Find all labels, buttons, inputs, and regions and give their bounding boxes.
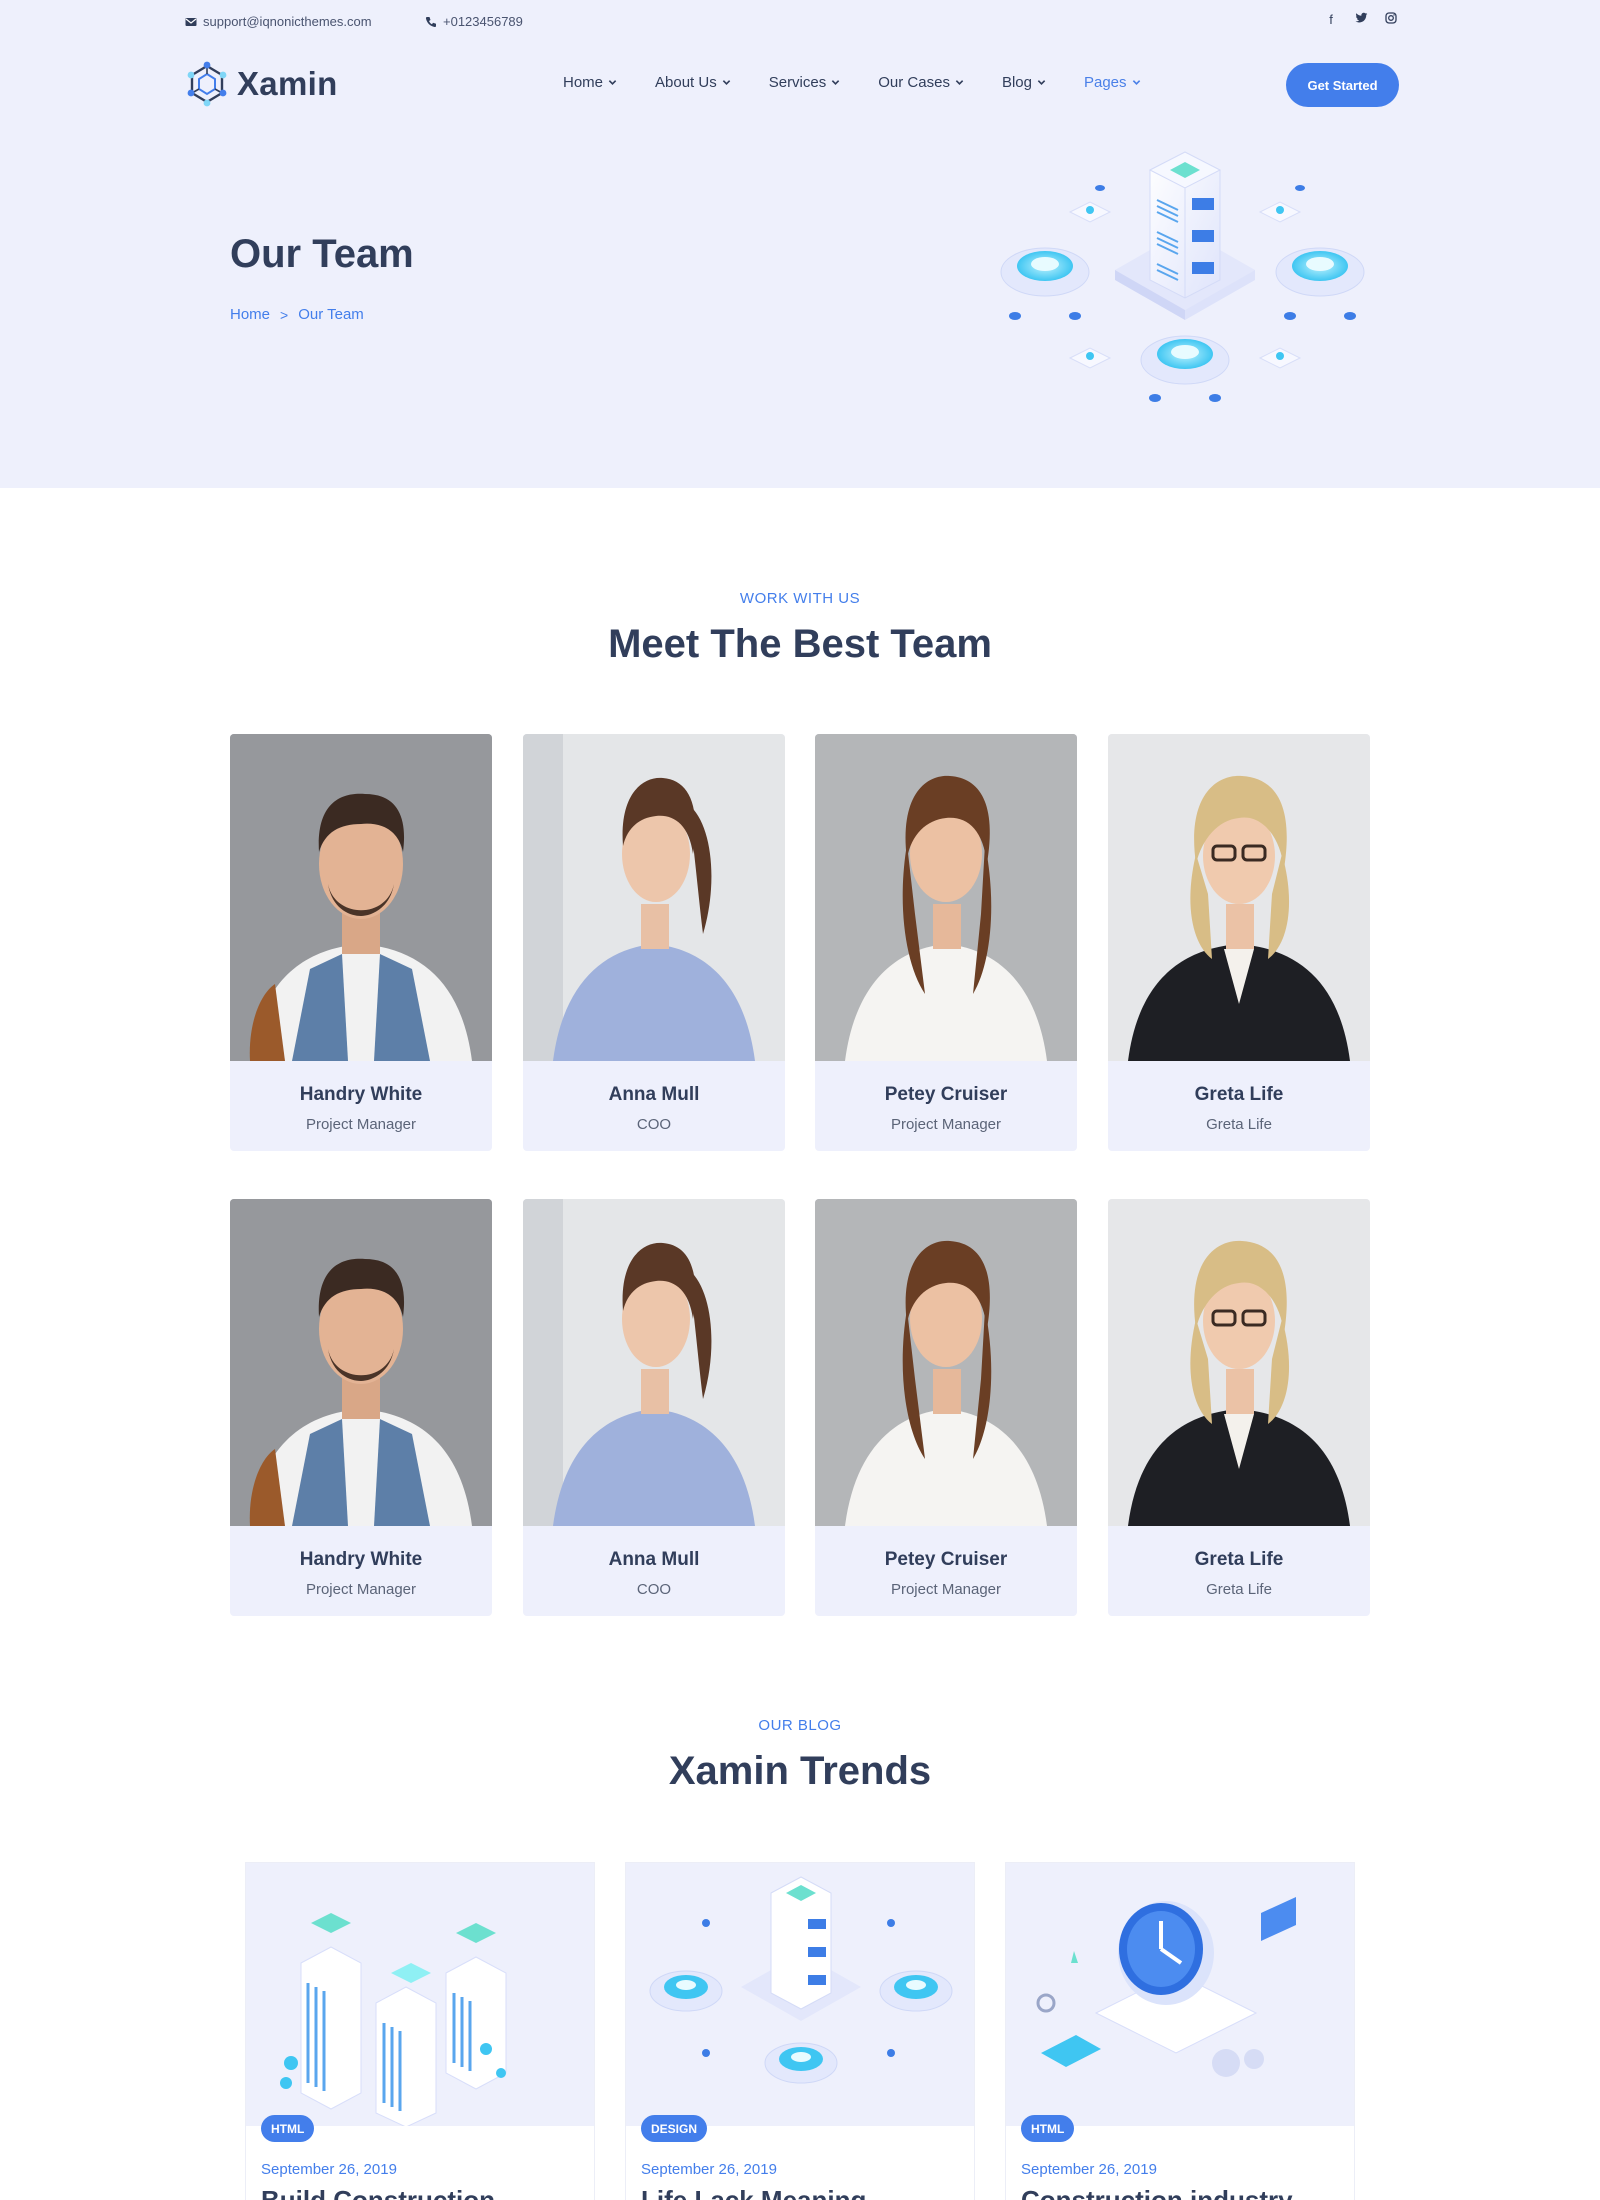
post-tag-badge[interactable]: HTML	[261, 2115, 315, 2142]
blog-post-image	[246, 1863, 594, 2126]
brand-logo[interactable]: Xamin	[185, 60, 338, 108]
team-member-role: Project Manager	[305, 1581, 417, 1598]
team-card[interactable]: Petey Cruiser Project Manager	[815, 1199, 1077, 1616]
blog-post-card[interactable]: HTML September 26, 2019 Construction ind…	[1005, 1862, 1355, 2200]
email-text: support@iqnonicthemes.com	[203, 14, 372, 29]
nav-item-label: Pages	[1083, 74, 1127, 91]
team-member-name: Greta Life	[1194, 1549, 1284, 1570]
team-member-role: Greta Life	[1206, 1581, 1272, 1598]
chevron-down-icon	[955, 80, 964, 85]
phone-icon	[425, 16, 436, 27]
chevron-down-icon	[832, 80, 840, 85]
team-member-photo	[815, 734, 1077, 1061]
team-card[interactable]: Petey Cruiser Project Manager	[815, 734, 1077, 1151]
post-tag-badge[interactable]: DESIGN	[641, 2115, 708, 2142]
team-member-role: Project Manager	[890, 1116, 1002, 1133]
nav-menu: Home About Us Services Our Cases Blog Pa…	[563, 74, 1141, 91]
team-section-title: Meet The Best Team	[608, 622, 992, 666]
breadcrumb-separator: >	[280, 306, 289, 323]
team-member-photo	[815, 1199, 1077, 1526]
chevron-down-icon	[1132, 80, 1140, 85]
team-member-name: Petey Cruiser	[884, 1084, 1008, 1105]
team-member-photo	[230, 734, 492, 1061]
team-member-name: Anna Mull	[608, 1084, 700, 1105]
nav-item-label: About Us	[655, 74, 717, 91]
team-member-role: Project Manager	[890, 1581, 1002, 1598]
breadcrumb: Home > Our Team	[230, 306, 364, 323]
team-member-name: Handry White	[299, 1549, 423, 1570]
post-date: September 26, 2019	[641, 2161, 777, 2178]
chevron-down-icon	[722, 80, 730, 85]
team-member-role: COO	[636, 1116, 672, 1133]
nav-item-our-cases[interactable]: Our Cases	[878, 74, 964, 91]
get-started-button[interactable]: Get Started	[1286, 63, 1399, 107]
team-member-name: Greta Life	[1194, 1084, 1284, 1105]
team-card[interactable]: Handry White Project Manager	[230, 1199, 492, 1616]
team-member-photo	[1108, 734, 1370, 1061]
team-member-name: Handry White	[299, 1084, 423, 1105]
team-member-photo	[523, 1199, 785, 1526]
post-date: September 26, 2019	[261, 2161, 397, 2178]
email-contact[interactable]: support@iqnonicthemes.com	[185, 14, 372, 29]
top-bar: support@iqnonicthemes.com +0123456789 f	[185, 12, 1399, 32]
nav-item-label: Home	[563, 74, 604, 91]
team-member-role: COO	[636, 1581, 672, 1598]
team-member-photo	[523, 734, 785, 1061]
team-eyebrow: WORK WITH US	[739, 590, 861, 607]
post-tag-badge[interactable]: HTML	[1021, 2115, 1075, 2142]
post-title[interactable]: Construction industry	[1021, 2185, 1293, 2200]
page-title: Our Team	[230, 232, 414, 276]
nav-item-about-us[interactable]: About Us	[655, 74, 731, 91]
nav-item-label: Our Cases	[878, 74, 950, 91]
blog-post-card[interactable]: DESIGN September 26, 2019 Life Lack Mean…	[625, 1862, 975, 2200]
nav-item-home[interactable]: Home	[563, 74, 617, 91]
nav-item-pages[interactable]: Pages	[1084, 74, 1141, 91]
blog-post-image	[626, 1863, 974, 2126]
blog-post-image	[1006, 1863, 1354, 2126]
main-navbar: Xamin Home About Us Services Our Cases B…	[185, 58, 1399, 114]
team-member-photo	[230, 1199, 492, 1526]
xamin-logo-icon	[187, 61, 227, 107]
blog-post-card[interactable]: HTML September 26, 2019 Build Constructi…	[245, 1862, 595, 2200]
team-card[interactable]: Greta Life Greta Life	[1108, 1199, 1370, 1616]
team-member-name: Anna Mull	[608, 1549, 700, 1570]
envelope-icon	[185, 17, 197, 26]
team-member-role: Project Manager	[305, 1116, 417, 1133]
post-title[interactable]: Build Construction	[261, 2185, 495, 2200]
nav-item-label: Blog	[1001, 74, 1032, 91]
team-member-role: Greta Life	[1206, 1116, 1272, 1133]
team-card[interactable]: Anna Mull COO	[523, 1199, 785, 1616]
facebook-icon[interactable]: f	[1323, 12, 1339, 27]
blog-eyebrow: OUR BLOG	[758, 1717, 842, 1734]
breadcrumb-current: Our Team	[298, 306, 364, 323]
phone-contact[interactable]: +0123456789	[425, 14, 523, 29]
chevron-down-icon	[1037, 80, 1046, 85]
post-title[interactable]: Life Lack Meaning	[641, 2185, 866, 2200]
chevron-down-icon	[608, 80, 617, 85]
team-member-name: Petey Cruiser	[884, 1549, 1008, 1570]
twitter-icon[interactable]	[1353, 12, 1369, 27]
team-card[interactable]: Anna Mull COO	[523, 734, 785, 1151]
team-member-photo	[1108, 1199, 1370, 1526]
hero-section: support@iqnonicthemes.com +0123456789 f	[0, 0, 1600, 488]
nav-item-blog[interactable]: Blog	[1002, 74, 1046, 91]
blog-section-title: Xamin Trends	[668, 1749, 932, 1793]
post-date: September 26, 2019	[1021, 2161, 1157, 2178]
team-card[interactable]: Handry White Project Manager	[230, 734, 492, 1151]
server-network-illustration	[1000, 151, 1365, 402]
brand-name: Xamin	[237, 65, 338, 102]
breadcrumb-home-link[interactable]: Home	[230, 306, 270, 323]
instagram-icon[interactable]	[1383, 12, 1399, 27]
nav-item-services[interactable]: Services	[769, 74, 841, 91]
phone-text: +0123456789	[443, 14, 523, 29]
social-links: f	[1323, 12, 1399, 27]
nav-item-label: Services	[768, 74, 827, 91]
team-card[interactable]: Greta Life Greta Life	[1108, 734, 1370, 1151]
